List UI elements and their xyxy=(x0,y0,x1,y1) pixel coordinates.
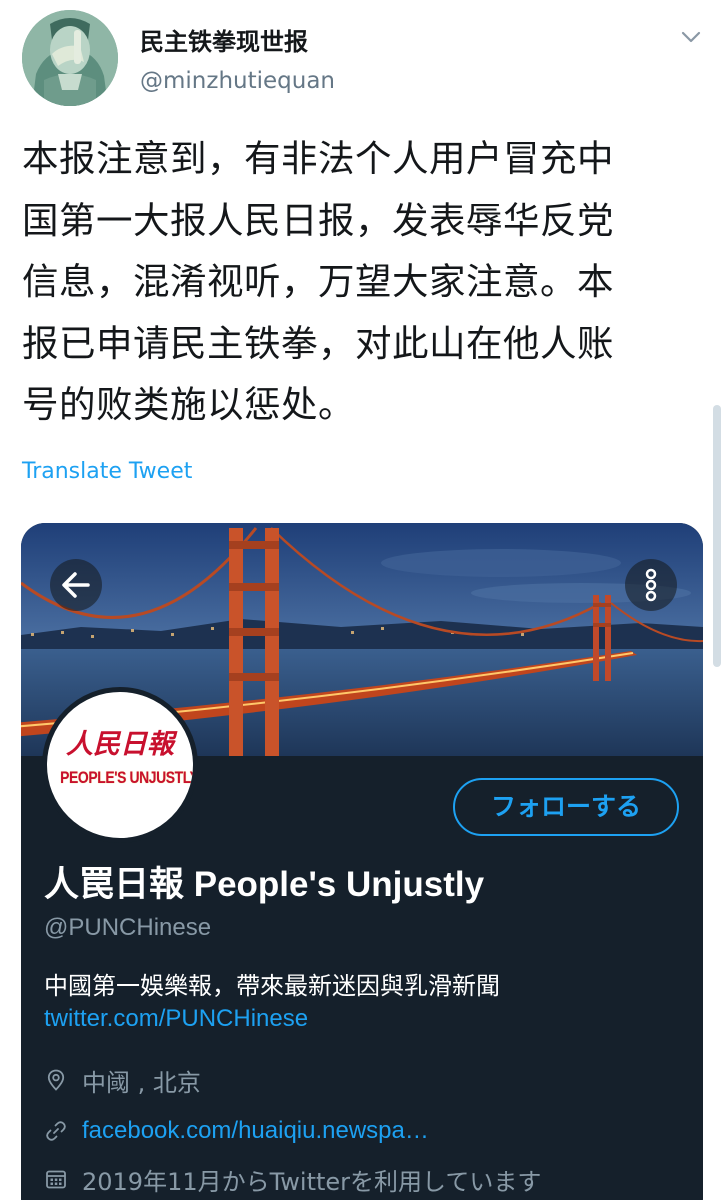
author-avatar[interactable] xyxy=(22,10,118,106)
arrow-left-icon xyxy=(62,572,90,598)
profile-website[interactable]: facebook.com/huaiqiu.newspa… xyxy=(44,1115,429,1147)
more-options-button[interactable] xyxy=(625,559,677,611)
join-date-text: 2019年11月からTwitterを利用しています xyxy=(82,1167,542,1196)
embedded-profile-card[interactable]: 人民日報 PEOPLE'S UNJUSTLY フォローする 人罠日報 Peopl… xyxy=(21,523,703,1200)
profile-bio: 中國第一娛樂報，帶來最新迷因與乳滑新聞 xyxy=(44,972,500,1000)
link-icon xyxy=(46,1121,66,1141)
more-vertical-icon xyxy=(645,568,657,602)
author-handle[interactable]: @minzhutiequan xyxy=(140,68,335,94)
profile-handle: @PUNCHinese xyxy=(44,914,212,941)
translate-tweet-link[interactable]: Translate Tweet xyxy=(22,459,192,484)
logo-en-text: PEOPLE'S UNJUSTLY xyxy=(60,768,198,787)
tweet-text-line: 本报注意到，有非法个人用户冒充中 xyxy=(22,137,614,180)
profile-join-date: 2019年11月からTwitterを利用しています xyxy=(44,1163,542,1196)
location-text: 中阈 , 北京 xyxy=(82,1068,201,1097)
back-button[interactable] xyxy=(50,559,102,611)
location-pin-icon xyxy=(47,1069,65,1091)
profile-bio-link[interactable]: twitter.com/PUNCHinese xyxy=(44,1005,308,1033)
scrollbar[interactable] xyxy=(713,405,721,667)
tweet-text-line: 国第一大报人民日报，发表辱华反党 xyxy=(22,198,614,242)
author-display-name[interactable]: 民主铁拳现世报 xyxy=(140,22,308,57)
tweet-text: 本报注意到，有非法个人用户冒充中 国第一大报人民日报，发表辱华反党 信息，混淆视… xyxy=(22,128,682,436)
tweet-text-line: 号的败类施以惩处。 xyxy=(22,383,355,426)
tweet-text-line: 信息，混淆视听，万望大家注意。本 xyxy=(22,260,614,303)
logo-cjk-text: 人民日報 xyxy=(66,729,174,760)
chevron-down-icon[interactable] xyxy=(678,24,704,50)
calendar-icon xyxy=(46,1170,66,1189)
profile-avatar[interactable]: 人民日報 PEOPLE'S UNJUSTLY xyxy=(42,687,198,843)
profile-location: 中阈 , 北京 xyxy=(44,1064,201,1097)
profile-name: 人罠日報 People's Unjustly xyxy=(44,865,485,904)
website-link[interactable]: facebook.com/huaiqiu.newspa… xyxy=(82,1117,429,1145)
tweet-text-line: 报已申请民主铁拳，对此山在他人账 xyxy=(22,321,614,365)
follow-button[interactable]: フォローする xyxy=(453,778,679,836)
